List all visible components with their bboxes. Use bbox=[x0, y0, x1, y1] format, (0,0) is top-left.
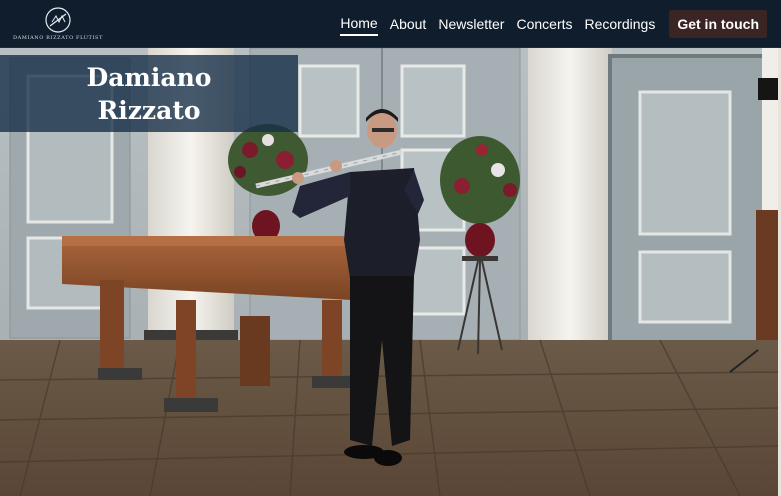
hero-title-line2: Rizzato bbox=[97, 95, 201, 125]
nav-concerts[interactable]: Concerts bbox=[516, 13, 572, 35]
hero-title: Damiano Rizzato bbox=[59, 61, 239, 127]
nav-about[interactable]: About bbox=[390, 13, 427, 35]
flute-monogram-icon bbox=[45, 7, 71, 33]
hero-title-overlay: Damiano Rizzato bbox=[0, 55, 298, 132]
site-logo[interactable]: DAMIANO RIZZATO FLUTIST bbox=[10, 6, 106, 44]
top-navbar: DAMIANO RIZZATO FLUTIST Home About Newsl… bbox=[0, 0, 781, 48]
hero-title-line1: Damiano bbox=[86, 62, 212, 92]
nav-recordings[interactable]: Recordings bbox=[585, 13, 656, 35]
logo-text: DAMIANO RIZZATO FLUTIST bbox=[12, 35, 104, 41]
nav-newsletter[interactable]: Newsletter bbox=[438, 13, 504, 35]
main-nav: Home About Newsletter Concerts Recording… bbox=[340, 0, 767, 48]
nav-home[interactable]: Home bbox=[340, 12, 378, 36]
get-in-touch-button[interactable]: Get in touch bbox=[669, 10, 767, 38]
